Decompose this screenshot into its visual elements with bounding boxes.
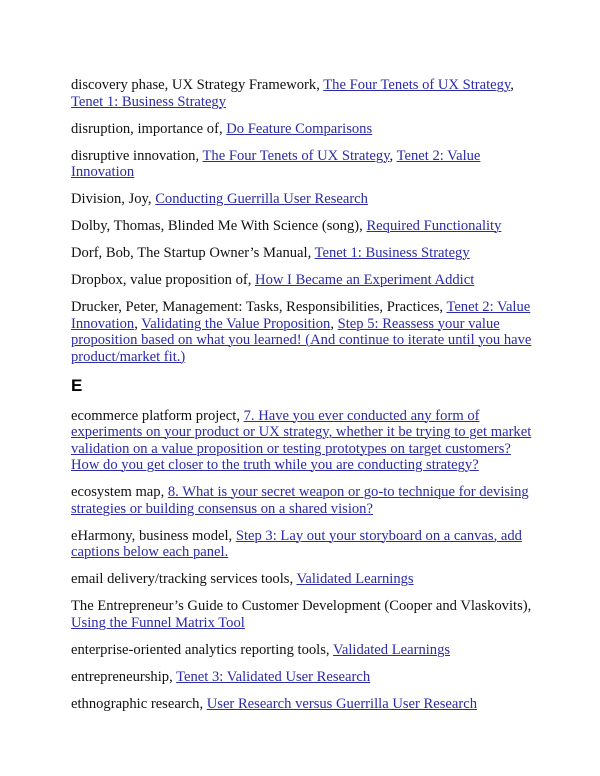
index-link[interactable]: Tenet 3: Validated User Research — [176, 669, 370, 685]
index-link[interactable]: Tenet 1: Business Strategy — [315, 245, 470, 261]
index-entry: Division, Joy, Conducting Guerrilla User… — [71, 191, 368, 207]
index-entry: eHarmony, business model, Step 3: Lay ou… — [71, 527, 522, 561]
index-term: disruption, importance of — [71, 120, 219, 137]
index-term: enterprise-oriented analytics reporting … — [71, 641, 326, 658]
index-entry: discovery phase, UX Strategy Framework, … — [71, 77, 514, 110]
index-entry: ecosystem map, 8. What is your secret we… — [71, 484, 529, 517]
index-entry: Dorf, Bob, The Startup Owner’s Manual, T… — [71, 245, 470, 261]
index-term: Division, Joy — [71, 191, 148, 207]
index-term: entrepreneurship — [71, 668, 170, 685]
index-term: The Entrepreneur’s Guide to Customer Dev… — [71, 598, 528, 614]
index-term: Drucker, Peter, Management: Tasks, Respo… — [71, 299, 440, 315]
index-entry: Dolby, Thomas, Blinded Me With Science (… — [71, 218, 502, 234]
index-entry: email delivery/tracking services tools, … — [71, 571, 414, 587]
section-heading-e: E — [71, 375, 83, 395]
index-link[interactable]: Required Functionality — [366, 218, 501, 234]
index-entry: disruptive innovation, The Four Tenets o… — [71, 147, 481, 181]
index-entry: disruption, importance of, Do Feature Co… — [71, 120, 373, 137]
index-term: discovery phase, UX Strategy Framework — [71, 77, 317, 93]
index-link[interactable]: User Research versus Guerrilla User Rese… — [207, 696, 477, 712]
index-link[interactable]: Validating the Value Proposition — [141, 316, 330, 332]
index-link[interactable]: Validated Learnings — [296, 571, 413, 587]
index-link[interactable]: Conducting Guerrilla User Research — [155, 191, 368, 207]
index-link[interactable]: Using the Funnel Matrix Tool — [71, 615, 245, 631]
index-term: disruptive innovation — [71, 147, 196, 164]
index-entry: ethnographic research, User Research ver… — [71, 695, 478, 712]
index-link[interactable]: The Four Tenets of UX Strategy — [323, 77, 510, 93]
index-entry: Drucker, Peter, Management: Tasks, Respo… — [71, 299, 532, 365]
index-term: Dropbox, value proposition of — [71, 272, 248, 288]
index-link[interactable]: Do Feature Comparisons — [226, 121, 372, 137]
index-term: eHarmony, business model — [71, 527, 229, 544]
index-link[interactable]: How I Became an Experiment Addict — [255, 272, 474, 288]
index-term: Dolby, Thomas, Blinded Me With Science (… — [71, 218, 360, 234]
index-term: Dorf, Bob, The Startup Owner’s Manual — [71, 245, 308, 261]
index-entry: The Entrepreneur’s Guide to Customer Dev… — [71, 598, 532, 631]
index-entry: Dropbox, value proposition of, How I Bec… — [71, 272, 475, 288]
index-page: discovery phase, UX Strategy Framework, … — [71, 77, 533, 723]
index-term: email delivery/tracking services tools — [71, 571, 290, 587]
index-term: ecommerce platform project — [71, 407, 237, 424]
index-link[interactable]: Tenet 1: Business Strategy — [71, 94, 226, 110]
index-link[interactable]: Validated Learnings — [333, 642, 450, 658]
index-entry: ecommerce platform project, 7. Have you … — [71, 407, 532, 474]
index-entry: enterprise-oriented analytics reporting … — [71, 641, 451, 658]
index-entry: entrepreneurship, Tenet 3: Validated Use… — [71, 668, 371, 685]
index-term: ethnographic research — [71, 695, 200, 712]
index-term: ecosystem map — [71, 484, 161, 500]
index-link[interactable]: The Four Tenets of UX Strategy — [203, 148, 390, 164]
